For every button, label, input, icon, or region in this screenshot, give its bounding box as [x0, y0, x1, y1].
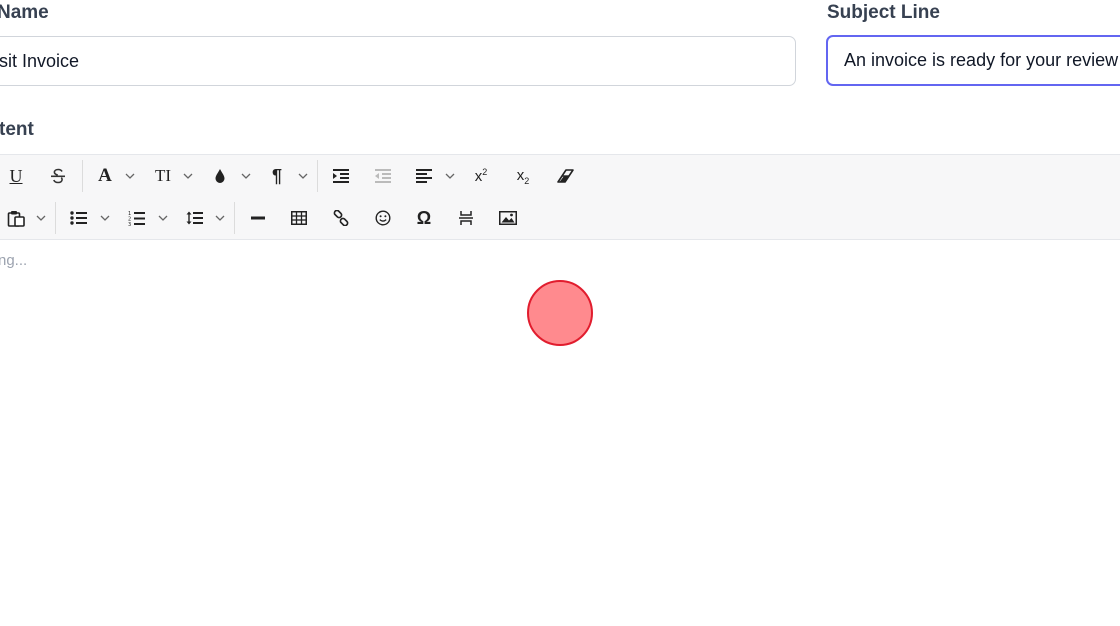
paragraph-format-dropdown-chevron-icon[interactable]: [295, 155, 311, 197]
superscript-exponent: 2: [482, 167, 488, 177]
page-break-icon: [459, 211, 473, 225]
align-button[interactable]: [409, 155, 439, 197]
subscript-index: 2: [524, 175, 530, 186]
line-height-button[interactable]: [180, 197, 210, 239]
toolbar-separator: [55, 202, 56, 234]
table-icon: [291, 211, 307, 225]
font-family-icon: A: [98, 165, 112, 186]
name-label: Name: [0, 2, 49, 23]
smiley-icon: [375, 210, 391, 226]
underline-button[interactable]: U: [0, 155, 32, 197]
superscript-button[interactable]: x2: [466, 155, 496, 197]
bulleted-list-button[interactable]: [64, 197, 94, 239]
indent-icon: [333, 169, 349, 183]
name-input[interactable]: sit Invoice: [0, 36, 796, 86]
align-dropdown-chevron-icon[interactable]: [442, 155, 458, 197]
emoticons-button[interactable]: [368, 197, 398, 239]
subject-line-input[interactable]: An invoice is ready for your review: [826, 35, 1120, 86]
text-color-dropdown-chevron-icon[interactable]: [238, 155, 254, 197]
toolbar-separator: [234, 202, 235, 234]
eraser-icon: [557, 169, 574, 183]
omega-icon: Ω: [416, 207, 432, 228]
name-input-value: sit Invoice: [0, 50, 80, 71]
horizontal-line-icon: [251, 216, 265, 220]
numbered-list-dropdown-chevron-icon[interactable]: [155, 197, 171, 239]
outdent-icon: [375, 169, 391, 183]
bulleted-list-icon: [70, 211, 87, 225]
numbered-list-button[interactable]: 1 2 3: [122, 197, 152, 239]
paragraph-icon: ¶: [271, 165, 282, 186]
subject-line-input-value: An invoice is ready for your review: [844, 50, 1119, 70]
strikethrough-button[interactable]: [42, 155, 74, 197]
paste-dropdown-chevron-icon[interactable]: [33, 197, 49, 239]
subscript-icon: x2: [517, 167, 530, 186]
svg-text:3: 3: [128, 222, 131, 226]
superscript-icon: x2: [475, 167, 488, 185]
font-family-dropdown-chevron-icon[interactable]: [122, 155, 138, 197]
page-break-button[interactable]: [451, 197, 481, 239]
editor-toolbar: U A TI ¶ x2 x2 1 2 3 Ω: [0, 154, 1120, 240]
click-indicator: [527, 280, 593, 346]
toolbar-separator: [317, 160, 318, 192]
droplet-icon: [215, 169, 225, 183]
bulleted-list-dropdown-chevron-icon[interactable]: [97, 197, 113, 239]
subscript-button[interactable]: x2: [508, 155, 538, 197]
content-label: tent: [0, 119, 34, 140]
text-color-button[interactable]: [206, 155, 234, 197]
clear-formatting-button[interactable]: [550, 155, 580, 197]
paste-button[interactable]: [2, 197, 30, 239]
toolbar-separator: [82, 160, 83, 192]
paragraph-format-button[interactable]: ¶: [263, 155, 291, 197]
horizontal-line-button[interactable]: [243, 197, 273, 239]
table-button[interactable]: [284, 197, 314, 239]
subject-line-label: Subject Line: [827, 2, 940, 23]
link-icon: [333, 210, 349, 226]
font-size-icon: TI: [154, 166, 172, 185]
line-height-dropdown-chevron-icon[interactable]: [212, 197, 228, 239]
editor-placeholder: ng...: [0, 252, 28, 269]
font-size-button[interactable]: TI: [148, 155, 178, 197]
toolbar-row-2: 1 2 3 Ω: [0, 197, 1120, 239]
strikethrough-icon: [51, 168, 65, 184]
special-characters-button[interactable]: Ω: [409, 197, 439, 239]
numbered-list-icon: 1 2 3: [128, 211, 145, 226]
image-icon: [499, 211, 517, 225]
underline-icon: U: [9, 165, 23, 186]
outdent-button[interactable]: [368, 155, 398, 197]
image-button[interactable]: [493, 197, 523, 239]
align-left-icon: [416, 169, 432, 183]
line-height-icon: [186, 211, 203, 225]
font-size-dropdown-chevron-icon[interactable]: [180, 155, 196, 197]
font-family-button[interactable]: A: [90, 155, 120, 197]
link-button[interactable]: [326, 197, 356, 239]
clipboard-icon: [7, 211, 25, 227]
toolbar-row-1: U A TI ¶ x2 x2: [0, 155, 1120, 197]
indent-button[interactable]: [326, 155, 356, 197]
